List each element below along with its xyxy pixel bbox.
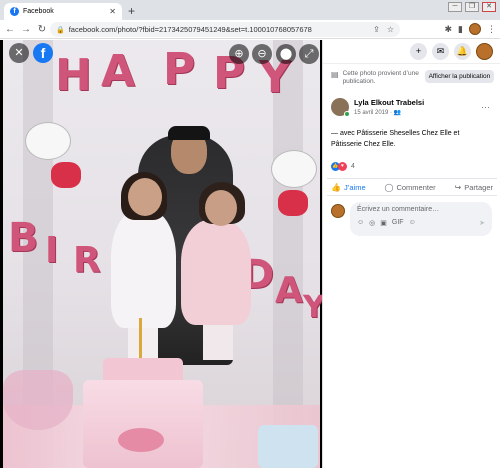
post-text: — avec Pâtisserie Sheselles Chez Elle et… bbox=[331, 130, 460, 148]
new-tab-button[interactable]: + bbox=[128, 4, 135, 18]
love-reaction-icon: ♥ bbox=[338, 162, 347, 171]
browser-window: f Facebook ✕ + ─ ❐ ✕ ← → ↻ 🔒 facebook.co… bbox=[0, 0, 500, 468]
tab-close-icon[interactable]: ✕ bbox=[109, 7, 116, 16]
author-name[interactable]: Lyla Elkout Trabelsi bbox=[354, 98, 424, 107]
balloon-letter: I bbox=[45, 230, 59, 271]
girl-pink-dress bbox=[181, 220, 251, 325]
bottles bbox=[258, 425, 318, 468]
comment-input[interactable]: Écrivez un commentaire… ☺ ◎ ▣ GIF ☺ ➤ bbox=[350, 202, 492, 236]
close-window-button[interactable]: ✕ bbox=[482, 2, 496, 12]
post-side-panel: + ✉ 🔔 ▤ Cette photo provient d’une publi… bbox=[322, 40, 500, 468]
reactions-summary[interactable]: 👍 ♥ 4 bbox=[331, 162, 355, 171]
avatar-sticker-icon[interactable]: ☺ bbox=[357, 219, 364, 227]
comment-label: Commenter bbox=[396, 182, 436, 192]
hello-kitty-balloon bbox=[271, 150, 317, 188]
share-page-icon[interactable]: ⇪ bbox=[373, 25, 380, 34]
birthday-cake bbox=[83, 380, 203, 468]
wall-pillar bbox=[273, 40, 303, 468]
close-photo-icon[interactable]: ✕ bbox=[9, 43, 29, 63]
share-button[interactable]: ↪ Partager bbox=[455, 183, 493, 192]
address-bar[interactable]: 🔒 facebook.com/photo/?fbid=2173425079451… bbox=[50, 22, 400, 37]
commenter-avatar bbox=[331, 204, 345, 218]
reaction-count: 4 bbox=[351, 163, 355, 170]
thumbs-up-icon: 👍 bbox=[331, 182, 341, 192]
emoji-icon[interactable]: ◎ bbox=[369, 219, 375, 227]
balloon-letter: Y bbox=[303, 290, 322, 325]
notice-text: Cette photo provient d’une publication. bbox=[342, 70, 419, 85]
online-status-dot bbox=[344, 111, 350, 117]
sticker-icon[interactable]: ☺ bbox=[409, 219, 416, 227]
hello-kitty-balloon bbox=[25, 122, 71, 160]
balloon-letter: P bbox=[163, 44, 196, 95]
balloon-letter: B bbox=[8, 215, 39, 261]
post-date[interactable]: 15 avril 2019 · 👥 bbox=[354, 109, 424, 116]
facebook-logo-icon[interactable]: f bbox=[33, 43, 53, 63]
balloon-letter: R bbox=[73, 240, 101, 281]
comment-placeholder: Écrivez un commentaire… bbox=[357, 206, 440, 213]
forward-button[interactable]: → bbox=[20, 24, 32, 35]
birthday-photo: H A P P Y B I R D A Y bbox=[3, 40, 322, 468]
messenger-icon[interactable]: ✉ bbox=[432, 43, 449, 60]
zoom-out-icon[interactable]: ⊖ bbox=[252, 44, 272, 64]
man-cap bbox=[168, 126, 210, 140]
facebook-favicon-icon: f bbox=[10, 7, 19, 16]
hello-kitty-balloon-body bbox=[51, 162, 81, 188]
panel-top-bar: + ✉ 🔔 bbox=[323, 40, 500, 64]
candle bbox=[139, 318, 142, 360]
create-menu-icon[interactable]: + bbox=[410, 43, 427, 60]
like-button[interactable]: 👍 J’aime bbox=[331, 183, 366, 192]
profile-avatar[interactable] bbox=[469, 23, 481, 35]
comment-button[interactable]: ◯ Commenter bbox=[385, 183, 436, 192]
comment-tools: ☺ ◎ ▣ GIF ☺ ➤ bbox=[357, 219, 485, 227]
back-button[interactable]: ← bbox=[4, 24, 16, 35]
share-label: Partager bbox=[464, 182, 493, 192]
notifications-icon[interactable]: 🔔 bbox=[454, 43, 471, 60]
account-avatar[interactable] bbox=[476, 43, 493, 60]
zoom-in-icon[interactable]: ⊕ bbox=[229, 44, 249, 64]
cake-bow bbox=[118, 428, 164, 452]
browser-menu-icon[interactable]: ⋮ bbox=[487, 24, 496, 35]
hello-kitty-balloon-body bbox=[278, 190, 308, 216]
side-panel-icon[interactable]: ▮ bbox=[458, 24, 463, 35]
fullscreen-icon[interactable]: ⤢ bbox=[299, 44, 319, 64]
balloon-letter: A bbox=[101, 46, 136, 97]
share-icon: ↪ bbox=[454, 182, 462, 192]
like-label: J’aime bbox=[343, 182, 366, 192]
restore-button[interactable]: ❐ bbox=[465, 2, 479, 12]
post-notice: ▤ Cette photo provient d’une publication… bbox=[331, 70, 496, 86]
minimize-button[interactable]: ─ bbox=[448, 2, 462, 12]
post-actions: 👍 J’aime ◯ Commenter ↪ Partager bbox=[327, 178, 497, 196]
reload-button[interactable]: ↻ bbox=[36, 24, 48, 35]
camera-icon[interactable]: ▣ bbox=[380, 219, 387, 227]
balloon-letter: H bbox=[55, 50, 92, 101]
girl-white-dress bbox=[111, 210, 176, 328]
girl-face bbox=[128, 178, 162, 216]
candy-bowl bbox=[3, 370, 73, 430]
gif-icon[interactable]: GIF bbox=[392, 219, 404, 227]
send-icon[interactable]: ➤ bbox=[479, 219, 485, 227]
comment-composer: Écrivez un commentaire… ☺ ◎ ▣ GIF ☺ ➤ bbox=[331, 202, 492, 236]
photo-viewer[interactable]: H A P P Y B I R D A Y ✕ f ⊕ ⊖ ⬤ ⤢ bbox=[0, 40, 322, 468]
show-post-button[interactable]: Afficher la publication bbox=[424, 70, 495, 83]
post-author: Lyla Elkout Trabelsi 15 avril 2019 · 👥 bbox=[331, 98, 424, 117]
info-icon: ▤ bbox=[331, 70, 339, 79]
post-options-icon[interactable]: ··· bbox=[481, 102, 490, 112]
tab-facebook[interactable]: f Facebook ✕ bbox=[4, 3, 122, 20]
balloon-letter: A bbox=[275, 270, 303, 311]
tab-title: Facebook bbox=[23, 8, 54, 15]
girl-face bbox=[205, 190, 237, 226]
comment-icon: ◯ bbox=[384, 182, 394, 192]
tag-icon[interactable]: ⬤ bbox=[276, 44, 296, 64]
tab-strip: f Facebook ✕ + ─ ❐ ✕ bbox=[0, 0, 500, 20]
author-avatar[interactable] bbox=[331, 98, 350, 117]
url-text[interactable]: facebook.com/photo/?fbid=217342507945124… bbox=[69, 25, 366, 34]
lock-icon: 🔒 bbox=[56, 26, 65, 34]
bookmark-star-icon[interactable]: ☆ bbox=[387, 25, 394, 34]
extensions-icon[interactable]: ✱ bbox=[445, 24, 453, 35]
window-controls: ─ ❐ ✕ bbox=[448, 2, 496, 12]
toolbar-right: ✱ ▮ ⋮ bbox=[445, 23, 496, 35]
browser-toolbar: ← → ↻ 🔒 facebook.com/photo/?fbid=2173425… bbox=[0, 20, 500, 39]
